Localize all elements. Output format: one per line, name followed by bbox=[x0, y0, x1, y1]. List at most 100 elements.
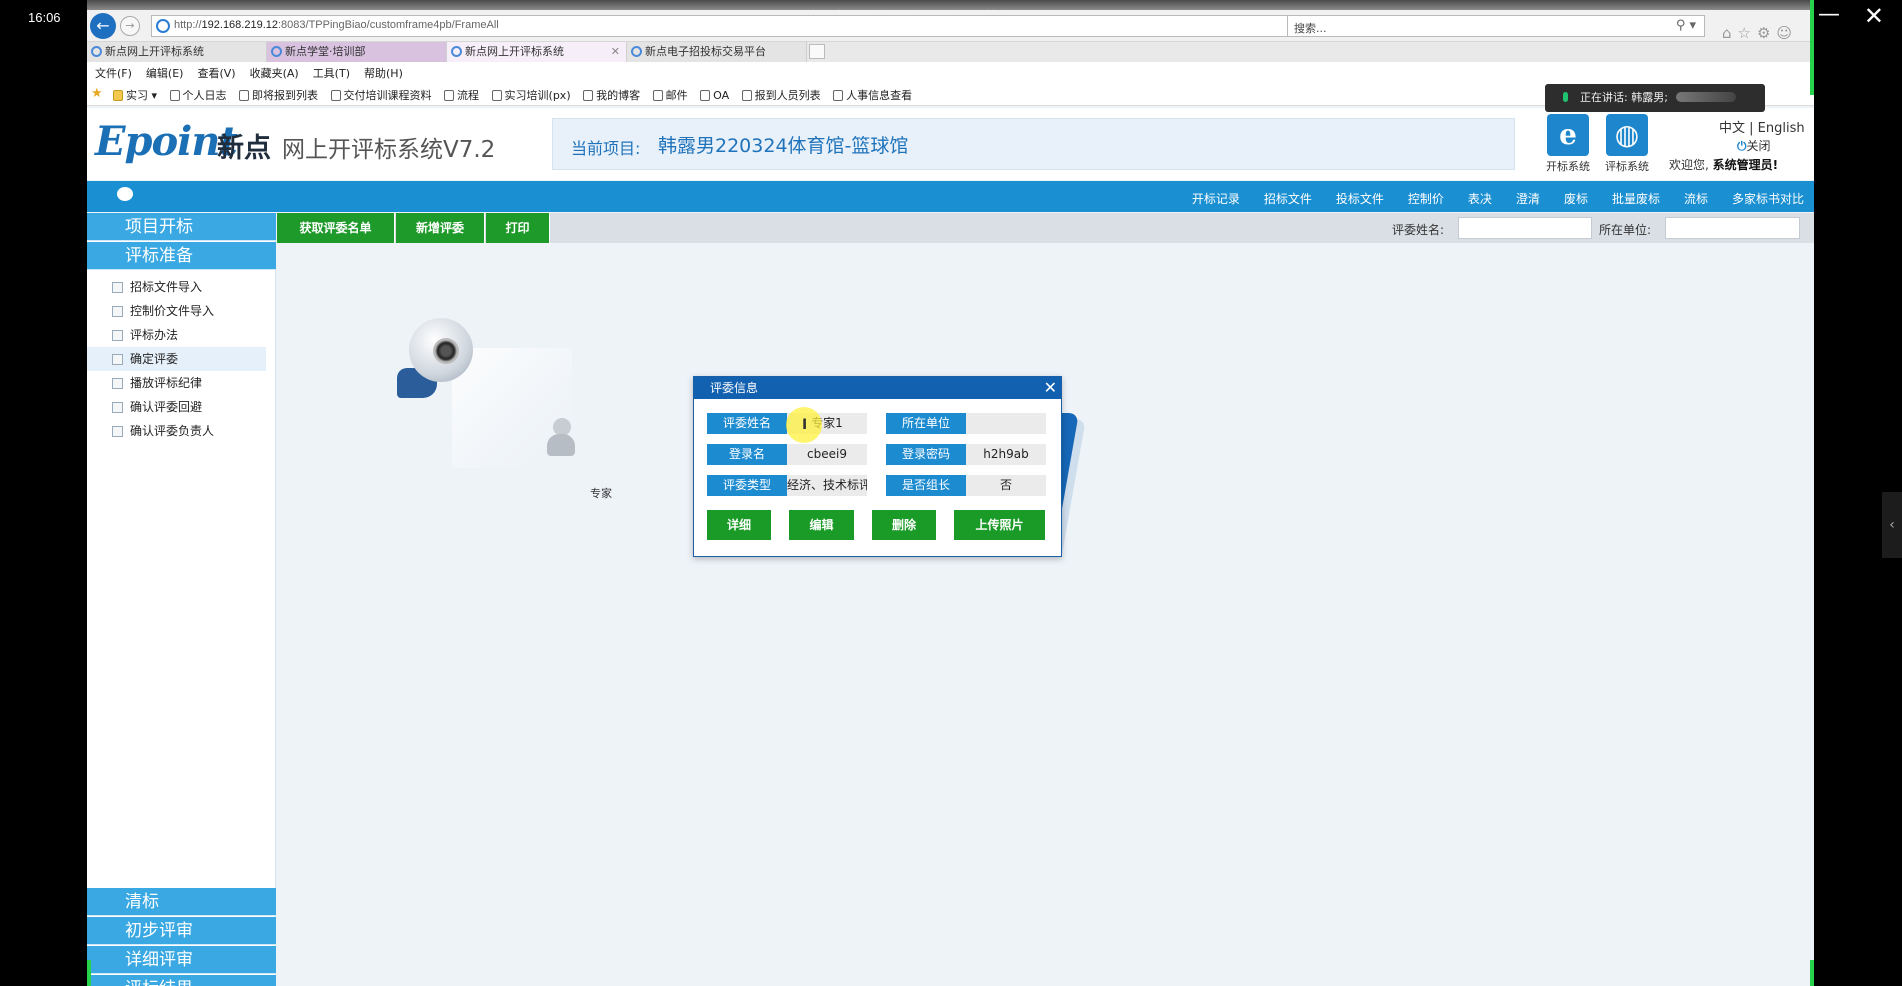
get-experts-button[interactable]: 获取评委名单 bbox=[277, 213, 395, 243]
favorite-item[interactable]: 邮件 bbox=[652, 87, 688, 103]
expert-name-input[interactable] bbox=[1458, 217, 1592, 239]
kaibiao-system-button[interactable]: e 开标系统 bbox=[1545, 114, 1591, 174]
dialog-title: 评委信息 bbox=[694, 377, 1061, 399]
field-value-leader: 否 bbox=[966, 475, 1046, 496]
unit-input[interactable] bbox=[1665, 217, 1800, 239]
new-tab-button[interactable] bbox=[809, 44, 825, 59]
add-expert-button[interactable]: 新增评委 bbox=[396, 213, 485, 243]
nav-tender-file[interactable]: 招标文件 bbox=[1264, 192, 1312, 206]
ie-tab-icon bbox=[451, 46, 462, 57]
nav-batch-reject[interactable]: 批量废标 bbox=[1612, 192, 1660, 206]
favorite-item[interactable]: OA bbox=[700, 89, 729, 102]
minimize-icon[interactable]: — bbox=[1818, 4, 1840, 26]
page-icon bbox=[652, 90, 663, 101]
webcam-icon bbox=[397, 318, 479, 406]
sidebar-group-clearing[interactable]: 清标 bbox=[87, 888, 276, 916]
favorite-item[interactable]: 实习培训(px) bbox=[491, 87, 571, 103]
upload-photo-button[interactable]: 上传照片 bbox=[954, 510, 1045, 540]
close-tab-icon[interactable]: ✕ bbox=[611, 42, 620, 62]
nav-reject-bid[interactable]: 废标 bbox=[1564, 192, 1588, 206]
close-icon[interactable]: ✕ bbox=[1864, 4, 1884, 28]
sidebar-item-evaluation-method[interactable]: 评标办法 bbox=[87, 323, 276, 347]
forward-button[interactable]: → bbox=[120, 16, 140, 36]
favorite-item[interactable]: 交付培训课程资料 bbox=[330, 87, 432, 103]
browser-tab-2[interactable]: 新点学堂·培训部 bbox=[267, 42, 447, 62]
collapse-panel-icon[interactable]: ‹ bbox=[1882, 492, 1902, 558]
language-switch[interactable]: 中文 | English bbox=[1719, 117, 1805, 136]
close-icon[interactable]: ✕ bbox=[1044, 377, 1057, 399]
nav-bid-file[interactable]: 投标文件 bbox=[1336, 192, 1384, 206]
nav-vote[interactable]: 表决 bbox=[1468, 192, 1492, 206]
favorite-item[interactable]: 我的博客 bbox=[583, 87, 640, 103]
sidebar-group-preliminary[interactable]: 初步评审 bbox=[87, 917, 276, 945]
favorites-star-icon[interactable]: ★ bbox=[91, 86, 103, 101]
detail-button[interactable]: 详细 bbox=[707, 510, 771, 540]
sidebar-item-confirm-experts[interactable]: 确定评委 bbox=[87, 347, 266, 371]
logout-link[interactable]: ⏻关闭 bbox=[1737, 137, 1771, 154]
page-icon bbox=[741, 90, 752, 101]
browser-toolbar-icons[interactable]: ⌂☆⚙☺ bbox=[1722, 24, 1798, 42]
search-input[interactable]: 搜索... ⚲ ▾ bbox=[1287, 15, 1705, 37]
browser-tab-1[interactable]: 新点网上开评标系统 bbox=[87, 42, 267, 62]
favorite-item[interactable]: 报到人员列表 bbox=[741, 87, 821, 103]
nav-clarify[interactable]: 澄清 bbox=[1516, 192, 1540, 206]
expert-info-dialog: 评委信息 ✕ 评委姓名 专家1 所在单位 登录名 cbeei9 登录密码 h2h… bbox=[693, 376, 1062, 557]
blurred-name bbox=[1675, 92, 1736, 102]
nav-compare-bids[interactable]: 多家标书对比 bbox=[1732, 192, 1804, 206]
edit-button[interactable]: 编辑 bbox=[789, 510, 854, 540]
sidebar-group-detailed[interactable]: 详细评审 bbox=[87, 946, 276, 974]
print-button[interactable]: 打印 bbox=[486, 213, 550, 243]
menu-file[interactable]: 文件(F) bbox=[87, 62, 138, 81]
chat-icon[interactable] bbox=[117, 187, 133, 201]
nav-control-price[interactable]: 控制价 bbox=[1408, 192, 1444, 206]
main-content: 专家 bbox=[277, 243, 1814, 986]
field-label-leader: 是否组长 bbox=[886, 475, 966, 496]
sidebar-item-confirm-leader[interactable]: 确认评委负责人 bbox=[87, 419, 276, 443]
favorite-item[interactable]: 人事信息查看 bbox=[833, 87, 912, 103]
expert-avatar-icon[interactable] bbox=[547, 418, 575, 463]
field-label-password: 登录密码 bbox=[886, 444, 966, 465]
favorite-item[interactable]: 个人日志 bbox=[169, 87, 227, 103]
menu-bar: 文件(F) 编辑(E) 查看(V) 收藏夹(A) 工具(T) 帮助(H) bbox=[87, 62, 1814, 82]
sidebar: 项目开标 评标准备 招标文件导入 控制价文件导入 评标办法 确定评委 播放评标纪… bbox=[87, 213, 276, 986]
delete-button[interactable]: 删除 bbox=[872, 510, 936, 540]
nav-opening-record[interactable]: 开标记录 bbox=[1192, 192, 1240, 206]
favorite-item[interactable]: 实习 ▾ bbox=[113, 87, 157, 103]
clock: 16:06 bbox=[28, 10, 61, 25]
menu-edit[interactable]: 编辑(E) bbox=[138, 62, 190, 81]
browser-tab-4[interactable]: 新点电子招投标交易平台 bbox=[627, 42, 807, 62]
sidebar-group-result[interactable]: 评标结果 bbox=[87, 975, 276, 986]
power-icon: ⏻ bbox=[1737, 139, 1747, 153]
sidebar-group-opening[interactable]: 项目开标 bbox=[87, 213, 276, 241]
system-name: 网上开评标系统V7.2 bbox=[282, 137, 496, 163]
sidebar-item-confirm-recusal[interactable]: 确认评委回避 bbox=[87, 395, 276, 419]
sidebar-item-import-control-price[interactable]: 控制价文件导入 bbox=[87, 299, 276, 323]
menu-view[interactable]: 查看(V) bbox=[189, 62, 241, 81]
ie-tab-icon bbox=[631, 46, 642, 57]
sidebar-group-preparation[interactable]: 评标准备 bbox=[87, 242, 276, 270]
favorite-item[interactable]: 即将报到列表 bbox=[239, 87, 318, 103]
project-name: 韩露男220324体育馆-篮球馆 bbox=[658, 135, 909, 157]
globe-icon: ◍ bbox=[1606, 114, 1648, 156]
search-icon[interactable]: ⚲ ▾ bbox=[1676, 18, 1696, 33]
sidebar-item-import-tender[interactable]: 招标文件导入 bbox=[87, 275, 276, 299]
logo-cn: 新点 bbox=[217, 133, 271, 164]
pingbiao-system-button[interactable]: ◍ 评标系统 bbox=[1604, 114, 1650, 174]
favorite-item[interactable]: 流程 bbox=[444, 87, 479, 103]
sidebar-item-play-discipline[interactable]: 播放评标纪律 bbox=[87, 371, 276, 395]
menu-favorites[interactable]: 收藏夹(A) bbox=[242, 62, 305, 81]
page-icon bbox=[444, 90, 455, 101]
page-icon bbox=[583, 90, 594, 101]
menu-tools[interactable]: 工具(T) bbox=[305, 62, 356, 81]
text-cursor-icon: I bbox=[802, 417, 808, 433]
menu-help[interactable]: 帮助(H) bbox=[356, 62, 409, 81]
page-icon bbox=[833, 90, 844, 101]
unit-label: 所在单位: bbox=[1599, 223, 1652, 237]
expert-label: 专家 bbox=[590, 487, 612, 500]
back-button[interactable]: ← bbox=[90, 13, 116, 39]
browser-tab-3[interactable]: 新点网上开评标系统 ✕ bbox=[447, 42, 627, 62]
nav-failed-bid[interactable]: 流标 bbox=[1684, 192, 1708, 206]
address-bar[interactable]: http://192.168.219.12:8083/TPPingBiao/cu… bbox=[151, 15, 1336, 37]
top-nav: 开标记录 招标文件 投标文件 控制价 表决 澄清 废标 批量废标 流标 多家标书对比 bbox=[87, 181, 1814, 212]
field-value-password: h2h9ab bbox=[966, 444, 1046, 465]
